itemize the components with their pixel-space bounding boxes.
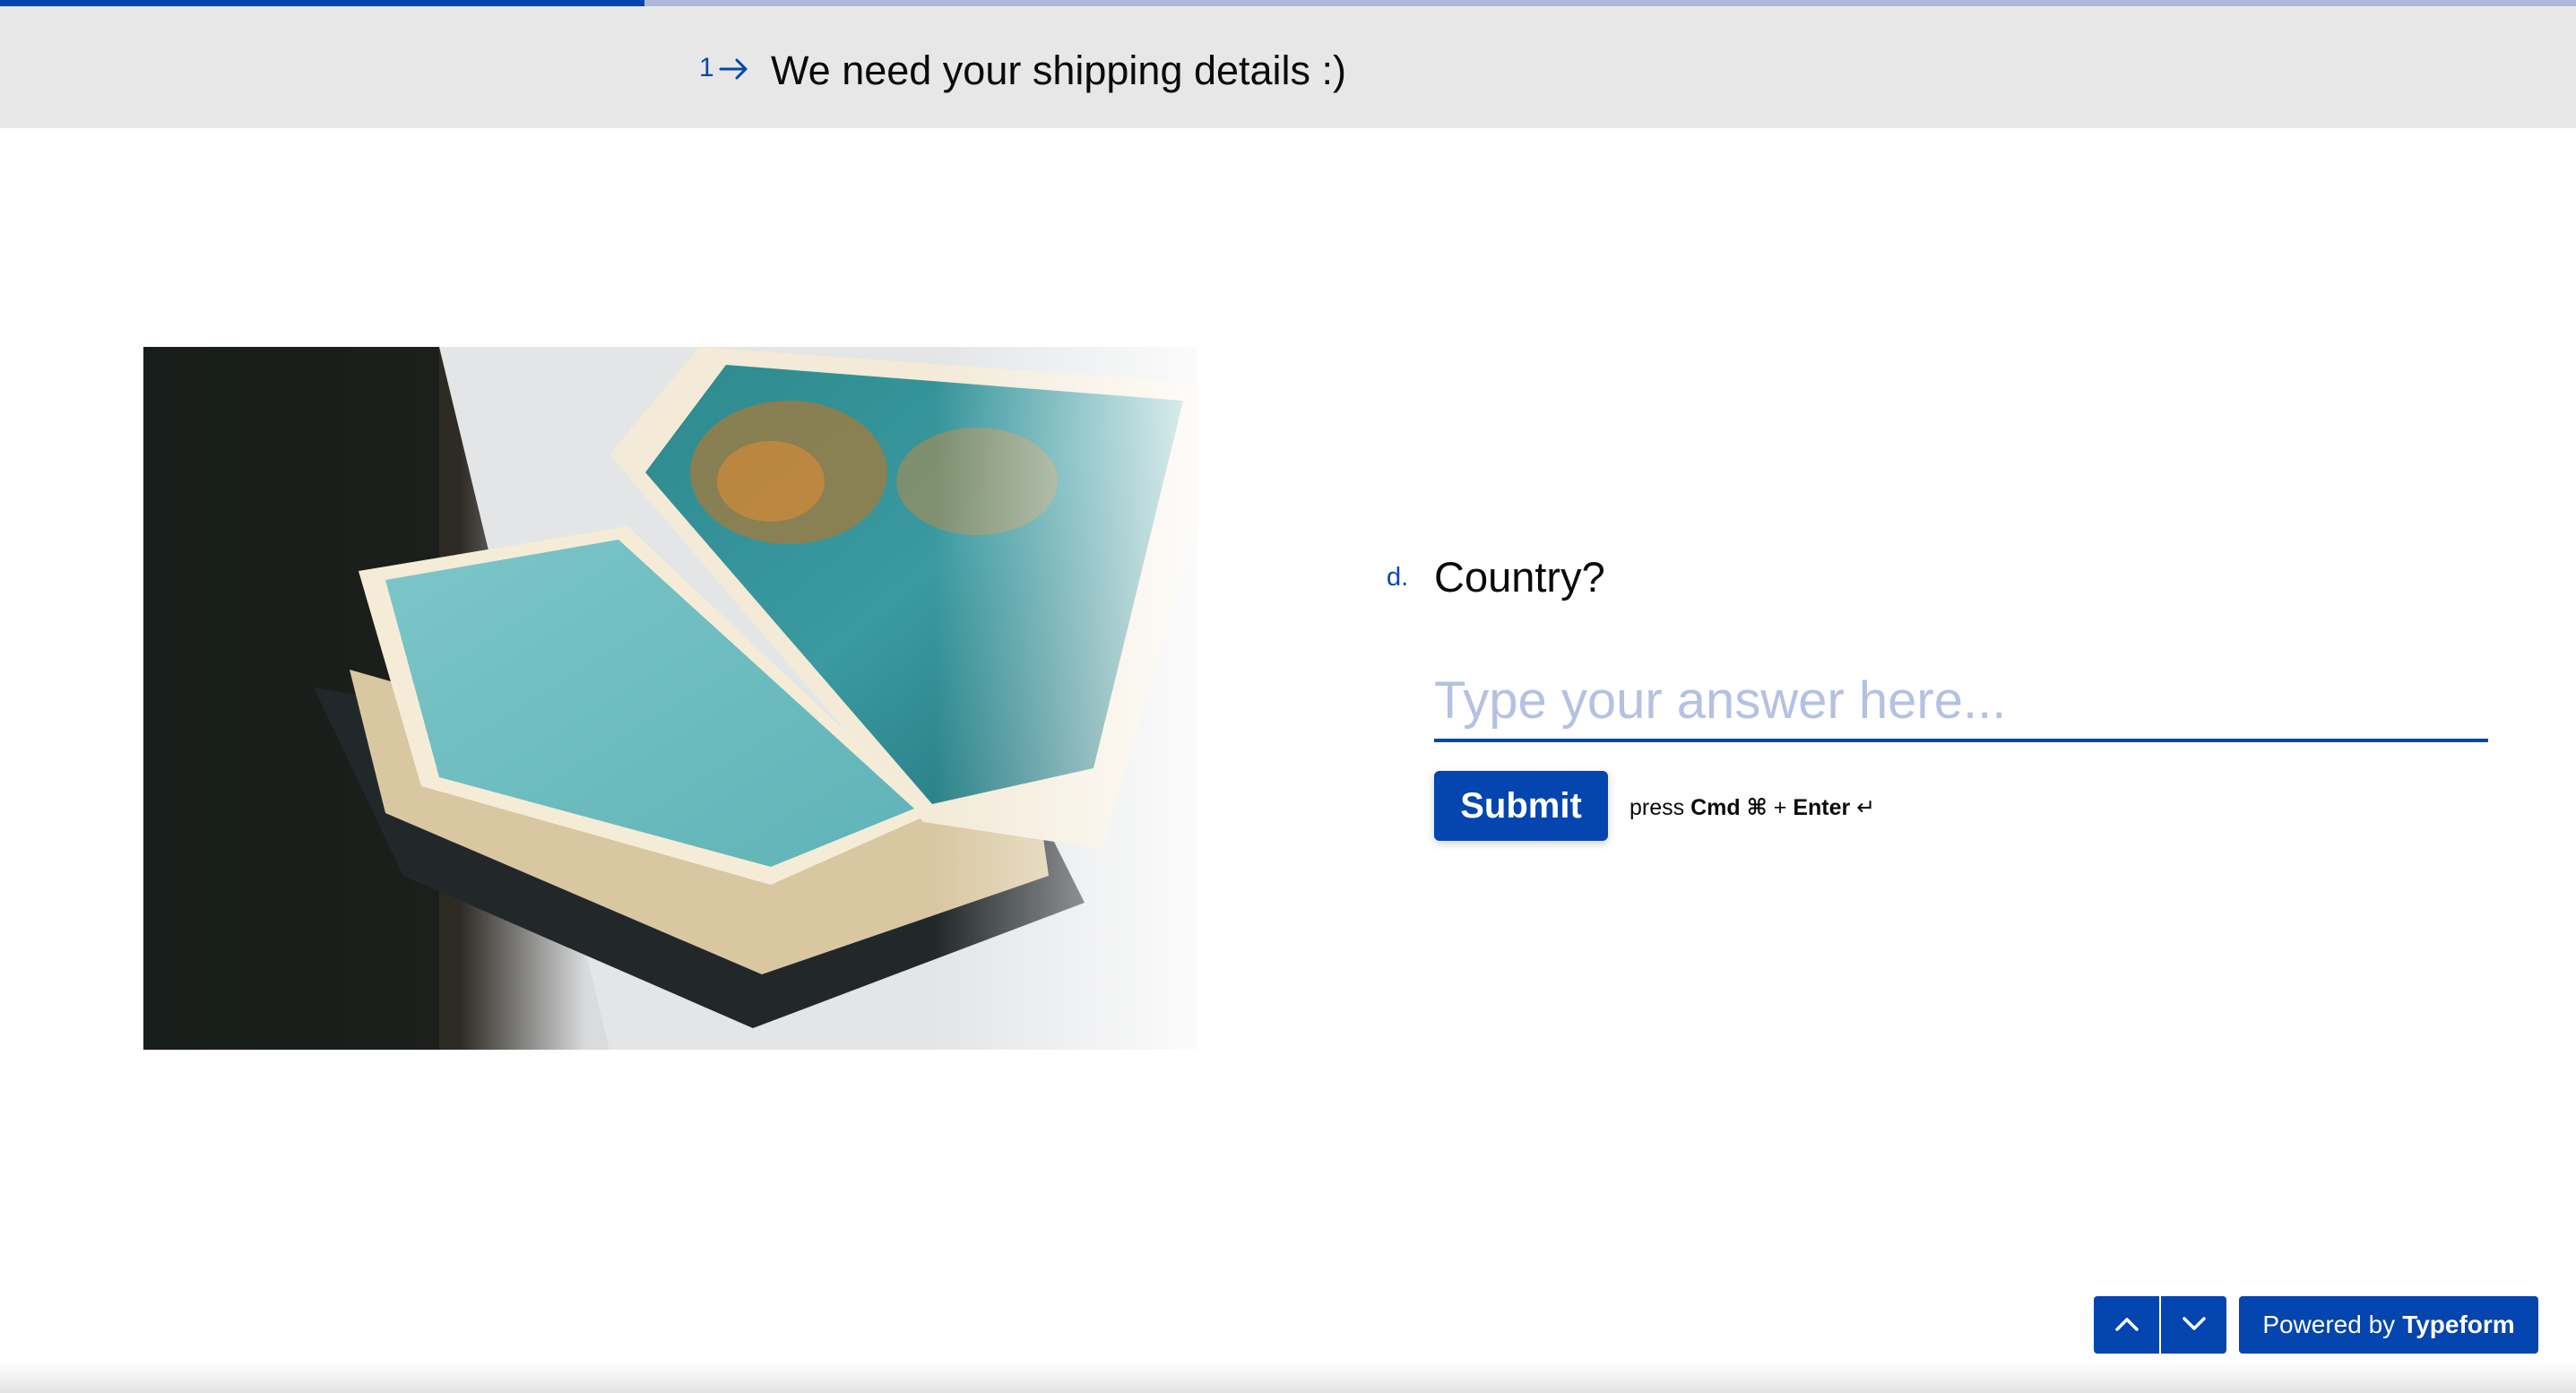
arrow-right-icon xyxy=(719,58,749,80)
chevron-down-icon xyxy=(2182,1316,2207,1335)
question-letter: d. xyxy=(1387,563,1409,592)
hint-plus: + xyxy=(1773,795,1787,820)
enter-key-icon: ↵ xyxy=(1856,795,1876,820)
hint-key-cmd: Cmd ⌘ xyxy=(1690,795,1768,820)
hint-key-enter: Enter xyxy=(1793,795,1851,820)
progress-bar xyxy=(0,0,2576,6)
question-title: Country? xyxy=(1434,553,1605,601)
typeform-brand: Typeform xyxy=(2402,1311,2515,1338)
powered-by-typeform-link[interactable]: Powered by Typeform xyxy=(2239,1296,2538,1354)
header-title: We need your shipping details :) xyxy=(771,48,1347,93)
question-navigation xyxy=(2094,1296,2226,1354)
country-answer-input[interactable] xyxy=(1434,662,2488,742)
next-question-button[interactable] xyxy=(2161,1296,2226,1354)
submit-button[interactable]: Submit xyxy=(1434,771,1608,841)
progress-bar-fill xyxy=(0,0,644,6)
hint-prefix: press xyxy=(1629,795,1685,820)
previous-question-header[interactable]: 1 We need your shipping details :) xyxy=(0,6,2576,128)
previous-question-button[interactable] xyxy=(2094,1296,2159,1354)
chevron-up-icon xyxy=(2114,1316,2139,1335)
powered-by-label: Powered by xyxy=(2262,1311,2396,1338)
form-page: 1 We need your shipping details :) d. Co… xyxy=(0,0,2576,1393)
header-step-number: 1 xyxy=(699,53,714,82)
keyboard-hint: press Cmd ⌘ + Enter ↵ xyxy=(1629,794,1875,821)
bottom-shadow xyxy=(0,1363,2576,1393)
atlas-book-image xyxy=(143,347,1197,1050)
